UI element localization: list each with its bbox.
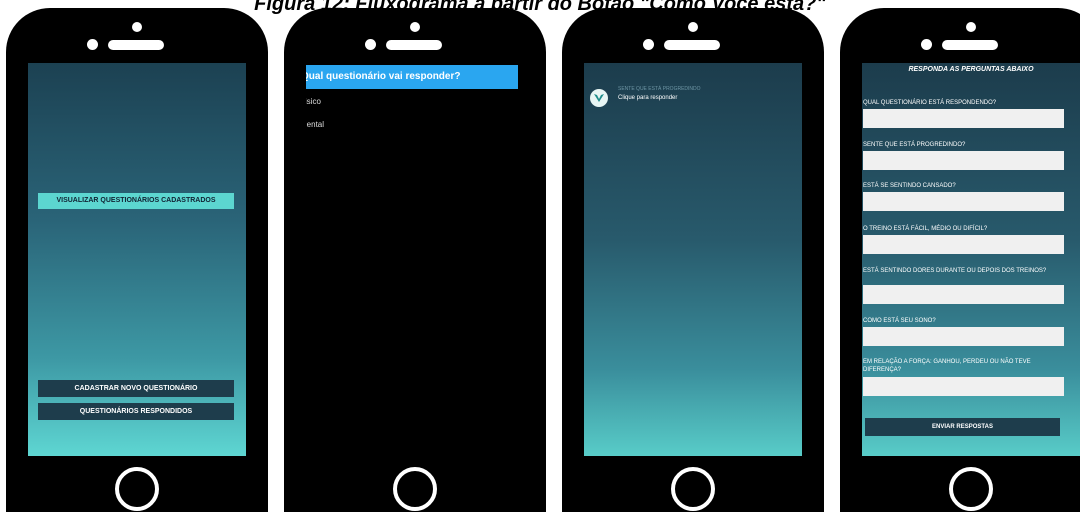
- front-sensor-icon: [410, 22, 420, 32]
- question-label: COMO ESTÁ SEU SONO?: [863, 318, 936, 324]
- register-new-questionnaire-button[interactable]: CADASTRAR NOVO QUESTIONÁRIO: [38, 380, 234, 397]
- screen-questionnaire-notification: SENTE QUE ESTÁ PROGREDINDO Clique para r…: [584, 63, 802, 456]
- speaker-grille: [108, 40, 164, 50]
- camera-icon: [365, 39, 376, 50]
- front-sensor-icon: [966, 22, 976, 32]
- view-registered-questionnaires-button[interactable]: VISUALIZAR QUESTIONÁRIOS CADASTRADOS: [38, 193, 234, 209]
- screen-questionnaire-menu: VISUALIZAR QUESTIONÁRIOS CADASTRADOS CAD…: [28, 63, 246, 456]
- phone-home-menu: VISUALIZAR QUESTIONÁRIOS CADASTRADOS CAD…: [6, 8, 268, 512]
- question-label: ESTÁ SENTINDO DORES DURANTE OU DEPOIS DO…: [863, 268, 1047, 274]
- speaker-grille: [664, 40, 720, 50]
- question-label: ESTÁ SE SENTINDO CANSADO?: [863, 183, 956, 189]
- camera-icon: [921, 39, 932, 50]
- answer-field-difficulty[interactable]: [863, 235, 1064, 254]
- question-label: SENTE QUE ESTÁ PROGREDINDO?: [863, 142, 966, 148]
- answer-field-sleep[interactable]: [863, 327, 1064, 346]
- speaker-grille: [942, 40, 998, 50]
- screen-questionnaire-dropdown: Qual questionário vai responder? Fisico …: [306, 63, 524, 456]
- answer-field-pain[interactable]: [863, 285, 1064, 304]
- question-label: O TREINO ESTÁ FÁCIL, MÉDIO OU DIFÍCIL?: [863, 226, 988, 232]
- screen-questions-form: RESPONDA AS PERGUNTAS ABAIXO QUAL QUESTI…: [862, 63, 1080, 456]
- answer-field-tired[interactable]: [863, 192, 1064, 211]
- home-button[interactable]: [671, 467, 715, 511]
- question-label: EM RELAÇÃO A FORÇA: GANHOU, PERDEU OU NÃ…: [863, 359, 1031, 373]
- notification-text[interactable]: Clique para responder: [618, 95, 677, 101]
- answer-field-progress[interactable]: [863, 151, 1064, 170]
- notification-title[interactable]: SENTE QUE ESTÁ PROGREDINDO: [618, 86, 701, 92]
- home-button[interactable]: [949, 467, 993, 511]
- camera-icon: [87, 39, 98, 50]
- camera-icon: [643, 39, 654, 50]
- form-header: RESPONDA AS PERGUNTAS ABAIXO: [908, 66, 1034, 73]
- question-label: QUAL QUESTIONÁRIO ESTÁ RESPONDENDO?: [863, 100, 997, 106]
- option-mental[interactable]: Mental: [306, 120, 324, 129]
- answered-questionnaires-button[interactable]: QUESTIONÁRIOS RESPONDIDOS: [38, 403, 234, 420]
- phone-select-questionnaire: Qual questionário vai responder? Fisico …: [284, 8, 546, 512]
- front-sensor-icon: [132, 22, 142, 32]
- phone-questions-form: RESPONDA AS PERGUNTAS ABAIXO QUAL QUESTI…: [840, 8, 1080, 512]
- dropdown-title: Qual questionário vai responder?: [306, 65, 518, 89]
- option-fisico[interactable]: Fisico: [306, 97, 321, 106]
- home-button[interactable]: [115, 467, 159, 511]
- home-button[interactable]: [393, 467, 437, 511]
- speaker-grille: [386, 40, 442, 50]
- send-answers-button[interactable]: ENVIAR RESPOSTAS: [865, 418, 1060, 436]
- answer-field-strength[interactable]: [863, 377, 1064, 396]
- app-logo-icon[interactable]: [590, 89, 608, 107]
- answer-field-questionnaire[interactable]: [863, 109, 1064, 128]
- phone-notification: SENTE QUE ESTÁ PROGREDINDO Clique para r…: [562, 8, 824, 512]
- front-sensor-icon: [688, 22, 698, 32]
